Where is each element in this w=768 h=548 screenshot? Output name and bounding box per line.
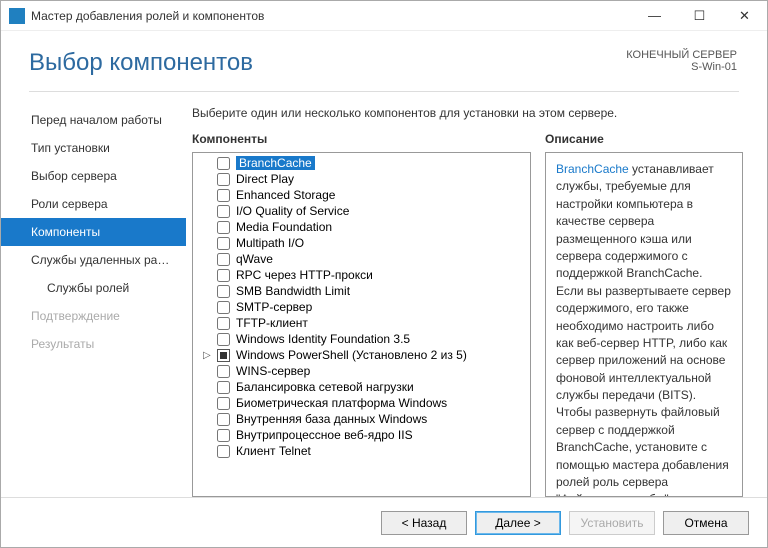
main-content: Выберите один или несколько компонентов …	[186, 102, 743, 497]
feature-item[interactable]: Клиент Telnet	[193, 443, 530, 459]
feature-label: Внутренняя база данных Windows	[236, 412, 427, 426]
feature-checkbox[interactable]	[217, 253, 230, 266]
expander-icon[interactable]: ▷	[203, 350, 211, 361]
install-button[interactable]: Установить	[569, 511, 655, 535]
wizard-nav: Перед началом работыТип установкиВыбор с…	[1, 102, 186, 497]
feature-label: Балансировка сетевой нагрузки	[236, 380, 414, 394]
checkbox-partial-icon[interactable]	[217, 349, 230, 362]
nav-item-4[interactable]: Компоненты	[1, 218, 186, 246]
page-title: Выбор компонентов	[29, 49, 253, 77]
back-button[interactable]: < Назад	[381, 511, 467, 535]
feature-checkbox[interactable]	[217, 173, 230, 186]
feature-checkbox[interactable]	[217, 301, 230, 314]
feature-checkbox[interactable]	[217, 381, 230, 394]
wizard-footer: < Назад Далее > Установить Отмена	[1, 497, 767, 547]
app-icon	[9, 8, 25, 24]
wizard-body: Перед началом работыТип установкиВыбор с…	[1, 92, 767, 497]
wizard-header: Выбор компонентов КОНЕЧНЫЙ СЕРВЕР S-Win-…	[1, 31, 767, 85]
feature-label: Multipath I/O	[236, 236, 304, 250]
feature-item[interactable]: TFTP-клиент	[193, 315, 530, 331]
feature-item[interactable]: qWave	[193, 251, 530, 267]
feature-item[interactable]: Windows Identity Foundation 3.5	[193, 331, 530, 347]
minimize-button[interactable]: —	[632, 1, 677, 31]
feature-item[interactable]: SMTP-сервер	[193, 299, 530, 315]
features-heading: Компоненты	[192, 132, 531, 146]
feature-checkbox[interactable]	[217, 221, 230, 234]
feature-checkbox[interactable]	[217, 413, 230, 426]
feature-item[interactable]: ▷ Windows PowerShell (Установлено 2 из 5)	[193, 347, 530, 363]
wizard-window: Мастер добавления ролей и компонентов — …	[0, 0, 768, 548]
feature-checkbox[interactable]	[217, 285, 230, 298]
dest-value: S-Win-01	[626, 61, 737, 73]
feature-item[interactable]: Биометрическая платформа Windows	[193, 395, 530, 411]
feature-item[interactable]: I/O Quality of Service	[193, 203, 530, 219]
feature-label: TFTP-клиент	[236, 316, 308, 330]
feature-item[interactable]: Внутрипроцессное веб-ядро IIS	[193, 427, 530, 443]
nav-item-2[interactable]: Выбор сервера	[1, 162, 186, 190]
nav-item-7: Подтверждение	[1, 302, 186, 330]
features-listbox[interactable]: BranchCache Direct Play Enhanced Storage I/…	[192, 152, 531, 497]
feature-label: Enhanced Storage	[236, 188, 335, 202]
description-heading: Описание	[545, 132, 743, 146]
feature-checkbox[interactable]	[217, 429, 230, 442]
feature-checkbox[interactable]	[217, 269, 230, 282]
feature-label: Внутрипроцессное веб-ядро IIS	[236, 428, 413, 442]
feature-item[interactable]: WINS-сервер	[193, 363, 530, 379]
feature-item[interactable]: Multipath I/O	[193, 235, 530, 251]
nav-item-8: Результаты	[1, 330, 186, 358]
maximize-button[interactable]: ☐	[677, 1, 722, 31]
feature-checkbox[interactable]	[217, 333, 230, 346]
nav-item-0[interactable]: Перед началом работы	[1, 106, 186, 134]
feature-label: Media Foundation	[236, 220, 332, 234]
feature-label: RPC через HTTP-прокси	[236, 268, 373, 282]
feature-item[interactable]: RPC через HTTP-прокси	[193, 267, 530, 283]
feature-checkbox[interactable]	[217, 365, 230, 378]
feature-label: qWave	[236, 252, 273, 266]
next-button[interactable]: Далее >	[475, 511, 561, 535]
feature-checkbox[interactable]	[217, 205, 230, 218]
nav-item-1[interactable]: Тип установки	[1, 134, 186, 162]
feature-item[interactable]: Балансировка сетевой нагрузки	[193, 379, 530, 395]
columns: Компоненты BranchCache Direct Play Enhance…	[192, 132, 743, 497]
feature-checkbox[interactable]	[217, 397, 230, 410]
instruction-text: Выберите один или несколько компонентов …	[192, 106, 743, 120]
nav-item-5[interactable]: Службы удаленных рабо...	[1, 246, 186, 274]
dest-label: КОНЕЧНЫЙ СЕРВЕР	[626, 49, 737, 61]
feature-label: Windows Identity Foundation 3.5	[236, 332, 410, 346]
feature-label: Клиент Telnet	[236, 444, 311, 458]
feature-item[interactable]: Внутренняя база данных Windows	[193, 411, 530, 427]
destination-server: КОНЕЧНЫЙ СЕРВЕР S-Win-01	[626, 49, 737, 73]
nav-item-3[interactable]: Роли сервера	[1, 190, 186, 218]
cancel-button[interactable]: Отмена	[663, 511, 749, 535]
feature-label: I/O Quality of Service	[236, 204, 349, 218]
titlebar: Мастер добавления ролей и компонентов — …	[1, 1, 767, 31]
feature-item[interactable]: Enhanced Storage	[193, 187, 530, 203]
feature-label: BranchCache	[236, 156, 315, 170]
feature-label: Direct Play	[236, 172, 294, 186]
close-button[interactable]: ✕	[722, 1, 767, 31]
description-box: BranchCache устанавливает службы, требуе…	[545, 152, 743, 497]
description-column: Описание BranchCache устанавливает служб…	[545, 132, 743, 497]
nav-item-6[interactable]: Службы ролей	[1, 274, 186, 302]
feature-item[interactable]: SMB Bandwidth Limit	[193, 283, 530, 299]
feature-label: SMTP-сервер	[236, 300, 312, 314]
feature-checkbox[interactable]	[217, 189, 230, 202]
feature-checkbox[interactable]	[217, 157, 230, 170]
feature-checkbox[interactable]	[217, 237, 230, 250]
feature-item[interactable]: BranchCache	[193, 155, 530, 171]
feature-item[interactable]: Media Foundation	[193, 219, 530, 235]
description-body: устанавливает службы, требуемые для наст…	[556, 162, 731, 497]
feature-label: SMB Bandwidth Limit	[236, 284, 350, 298]
feature-item[interactable]: Direct Play	[193, 171, 530, 187]
feature-label: Windows PowerShell (Установлено 2 из 5)	[236, 348, 467, 362]
feature-label: WINS-сервер	[236, 364, 310, 378]
feature-label: Биометрическая платформа Windows	[236, 396, 447, 410]
description-highlight: BranchCache	[556, 162, 629, 176]
feature-checkbox[interactable]	[217, 445, 230, 458]
feature-checkbox[interactable]	[217, 317, 230, 330]
features-column: Компоненты BranchCache Direct Play Enhance…	[192, 132, 531, 497]
window-title: Мастер добавления ролей и компонентов	[31, 9, 632, 23]
